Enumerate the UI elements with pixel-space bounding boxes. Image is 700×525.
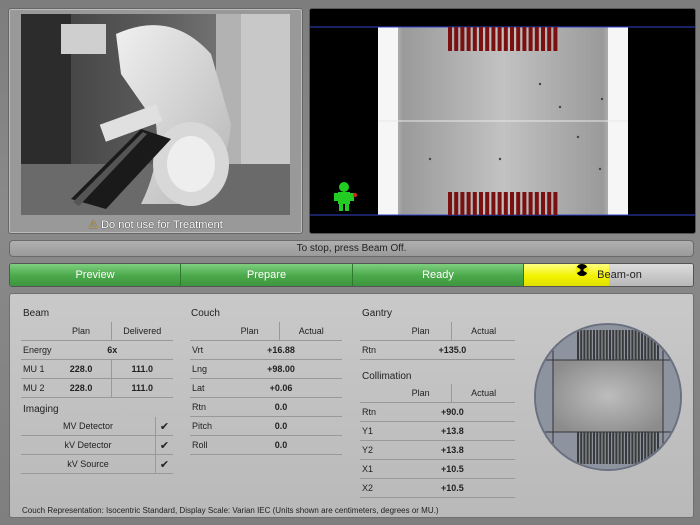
table-row: MU 2 228.0 111.0 xyxy=(21,378,173,398)
beam-col-plan: Plan xyxy=(51,322,112,341)
camera-panel: ⚠ Do not use for Treatment xyxy=(8,8,303,234)
table-row: Pitch 0.0 xyxy=(190,416,342,436)
list-item: kV Source ✔ xyxy=(21,454,173,474)
couch-vrt-value: +16.88 xyxy=(219,340,342,360)
mu1-plan: 228.0 xyxy=(51,359,112,379)
radiation-icon xyxy=(575,264,589,285)
couch-vrt-label: Vrt xyxy=(190,340,220,360)
gantry-col-plan: Plan xyxy=(389,322,452,341)
camera-caption: ⚠ Do not use for Treatment xyxy=(9,218,302,231)
coll-y1-value: +13.8 xyxy=(389,421,515,441)
coll-x1-label: X1 xyxy=(360,459,390,479)
table-row: X2 +10.5 xyxy=(360,478,515,498)
mu2-plan: 228.0 xyxy=(51,378,112,398)
couch-rtn-value: 0.0 xyxy=(219,397,342,417)
table-row: Vrt +16.88 xyxy=(190,340,342,360)
gantry-table: Plan Actual Rtn +135.0 xyxy=(360,322,515,360)
coll-x2-value: +10.5 xyxy=(389,478,515,498)
table-row: Lng +98.00 xyxy=(190,359,342,379)
mu2-label: MU 2 xyxy=(21,378,52,398)
couch-roll-label: Roll xyxy=(190,435,220,455)
energy-value: 6x xyxy=(51,340,173,360)
beam-table: Plan Delivered Energy 6x MU 1 228.0 111.… xyxy=(21,322,173,398)
mv-detector-label: MV Detector xyxy=(21,417,156,436)
table-row: Rtn 0.0 xyxy=(190,397,342,417)
kv-source-label: kV Source xyxy=(21,454,156,474)
workflow-step-beam-on[interactable]: Beam-on xyxy=(524,264,693,286)
coll-x1-value: +10.5 xyxy=(389,459,515,479)
table-row: Rtn +90.0 xyxy=(360,402,515,422)
workflow-step-prepare[interactable]: Prepare xyxy=(181,264,353,286)
coll-rtn-label: Rtn xyxy=(360,402,390,422)
coll-rtn-value: +90.0 xyxy=(389,402,515,422)
workflow-bar: Preview Prepare Ready Beam-on xyxy=(9,263,694,287)
status-message-bar: To stop, press Beam Off. xyxy=(9,240,694,257)
table-row: MU 1 228.0 111.0 xyxy=(21,359,173,379)
list-item: MV Detector ✔ xyxy=(21,417,173,436)
coll-y2-value: +13.8 xyxy=(389,440,515,460)
couch-roll-value: 0.0 xyxy=(219,435,342,455)
couch-pitch-value: 0.0 xyxy=(219,416,342,436)
collimation-col-plan: Plan xyxy=(389,384,452,403)
collimation-table: Plan Actual Rtn +90.0 Y1 +13.8 Y2 +13.8 X1 +… xyxy=(360,384,515,498)
table-row: Y1 +13.8 xyxy=(360,421,515,441)
table-row: Rtn +135.0 xyxy=(360,340,515,360)
beam-col-delivered: Delivered xyxy=(110,322,173,341)
collimation-col-actual: Actual xyxy=(451,384,515,403)
table-row: Y2 +13.8 xyxy=(360,440,515,460)
workflow-step-ready[interactable]: Ready xyxy=(353,264,524,286)
couch-lng-value: +98.00 xyxy=(219,359,342,379)
mu2-delivered: 111.0 xyxy=(110,378,173,398)
couch-table: Plan Actual Vrt +16.88 Lng +98.00 Lat +0.06… xyxy=(190,322,342,455)
mu1-label: MU 1 xyxy=(21,359,52,379)
coll-x2-label: X2 xyxy=(360,478,390,498)
warning-triangle-icon: ⚠ xyxy=(88,219,99,231)
couch-col-actual: Actual xyxy=(279,322,342,341)
coll-y2-label: Y2 xyxy=(360,440,390,460)
beams-eye-view xyxy=(533,322,683,477)
mv-detector-check: ✔ xyxy=(155,417,173,436)
list-item: kV Detector ✔ xyxy=(21,435,173,455)
couch-rtn-label: Rtn xyxy=(190,397,220,417)
gantry-rtn-label: Rtn xyxy=(360,340,390,360)
couch-lat-value: +0.06 xyxy=(219,378,342,398)
beam-section-title: Beam xyxy=(23,308,50,319)
gantry-section-title: Gantry xyxy=(362,308,393,319)
kv-detector-check: ✔ xyxy=(155,435,173,455)
kv-detector-label: kV Detector xyxy=(21,435,156,455)
couch-lng-label: Lng xyxy=(190,359,220,379)
camera-caption-text: Do not use for Treatment xyxy=(101,219,223,231)
room-camera-image xyxy=(21,14,290,215)
gantry-rtn-value: +135.0 xyxy=(389,340,515,360)
couch-col-plan: Plan xyxy=(219,322,280,341)
collimation-section-title: Collimation xyxy=(362,371,412,382)
couch-pitch-label: Pitch xyxy=(190,416,220,436)
portal-image xyxy=(310,9,695,233)
workflow-step-preview[interactable]: Preview xyxy=(10,264,181,286)
mu1-delivered: 111.0 xyxy=(110,359,173,379)
imaging-table: MV Detector ✔ kV Detector ✔ kV Source ✔ xyxy=(21,417,173,474)
energy-label: Energy xyxy=(21,340,52,360)
imaging-section-title: Imaging xyxy=(23,404,59,415)
footer-note: Couch Representation: Isocentric Standar… xyxy=(22,506,439,515)
kv-source-check: ✔ xyxy=(155,454,173,474)
portal-image-panel xyxy=(309,8,696,234)
table-row: Lat +0.06 xyxy=(190,378,342,398)
couch-section-title: Couch xyxy=(191,308,220,319)
table-row: X1 +10.5 xyxy=(360,459,515,479)
couch-lat-label: Lat xyxy=(190,378,220,398)
beam-on-label: Beam-on xyxy=(597,269,642,281)
coll-y1-label: Y1 xyxy=(360,421,390,441)
table-row: Roll 0.0 xyxy=(190,435,342,455)
gantry-col-actual: Actual xyxy=(451,322,515,341)
